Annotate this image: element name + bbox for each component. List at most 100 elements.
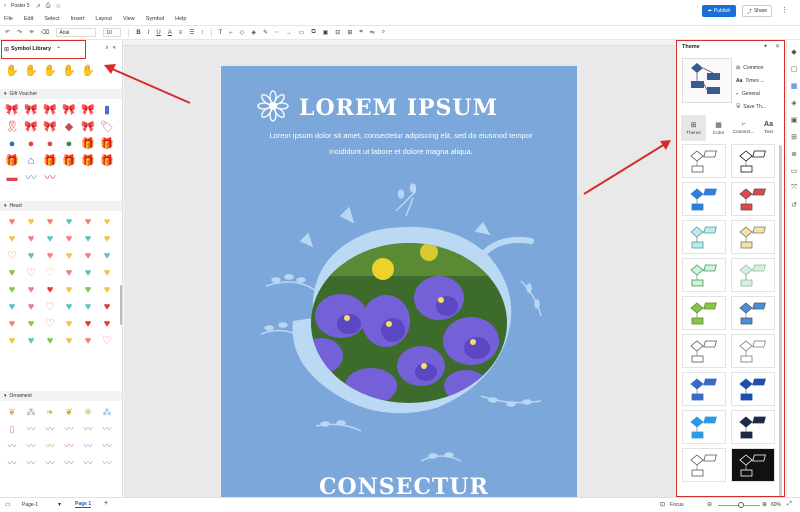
back-icon[interactable]: ‹ — [4, 3, 6, 9]
symbol-heart[interactable]: ♥ — [23, 283, 39, 298]
symbol-ornament[interactable]: 〰 — [42, 456, 58, 471]
symbol-ornament[interactable]: ⁂ — [99, 405, 115, 420]
theme-style-card[interactable] — [731, 220, 775, 254]
symbol-ornament[interactable]: 〰 — [23, 422, 39, 437]
symbol-heart[interactable]: ♥ — [4, 334, 20, 349]
poster-page[interactable]: LOREM IPSUM Lorem ipsum dolor sit amet, … — [221, 66, 577, 497]
library-scrollbar[interactable] — [120, 285, 122, 325]
focus-label[interactable]: Focus — [670, 502, 684, 508]
symbol-heart[interactable]: ♥ — [99, 300, 115, 315]
shadow-icon[interactable]: ▭ — [299, 29, 305, 36]
symbol-heart[interactable]: ♡ — [4, 249, 20, 264]
shape-icon[interactable]: ◇ — [240, 29, 245, 36]
group-icon[interactable]: ▣ — [323, 29, 329, 36]
symbol-heart[interactable]: ♥ — [42, 232, 58, 247]
tab-theme[interactable]: ⊞ Theme — [681, 115, 706, 141]
format-painter-icon[interactable]: ⌯ — [29, 29, 34, 36]
fill-icon[interactable]: ◈ — [251, 29, 256, 36]
image-icon[interactable]: ▣ — [789, 116, 799, 124]
pin-icon[interactable]: ✦ — [763, 43, 768, 50]
symbol-ornament[interactable]: 〰 — [99, 456, 115, 471]
symbol-ornament[interactable]: ❦ — [61, 405, 77, 420]
theme-style-card[interactable] — [731, 182, 775, 216]
menu-select[interactable]: Select — [44, 16, 59, 22]
page-select[interactable]: Page-1 — [22, 502, 38, 508]
publish-button[interactable]: ➦ Publish — [702, 5, 736, 17]
symbol-gift[interactable]: 🎁 — [80, 154, 96, 169]
italic-icon[interactable]: I — [148, 30, 150, 36]
symbol-heart[interactable]: ♥ — [80, 266, 96, 281]
bullet-list-icon[interactable]: ⁝ — [202, 29, 204, 36]
theme-style-card[interactable] — [682, 372, 726, 406]
theme-option-common[interactable]: ⊞ Common — [736, 61, 782, 74]
zoom-slider-handle[interactable] — [738, 502, 744, 508]
symbol-ornament[interactable]: 〰 — [80, 422, 96, 437]
symbol-heart[interactable]: ♥ — [42, 283, 58, 298]
symbol-heart[interactable]: ♥ — [23, 215, 39, 230]
poster-footer-text[interactable]: CONSECTUR — [319, 474, 489, 497]
symbol-heart[interactable]: ♥ — [99, 249, 115, 264]
theme-style-card[interactable] — [682, 220, 726, 254]
symbol-ornament[interactable]: 〰 — [23, 456, 39, 471]
zoom-in-icon[interactable]: ⊕ — [762, 501, 767, 508]
symbol-ornament[interactable]: ❦ — [4, 405, 20, 420]
symbol-heart[interactable]: ♥ — [61, 249, 77, 264]
theme-icon[interactable]: ▦ — [789, 82, 799, 90]
layers-icon[interactable]: ◈ — [789, 99, 799, 107]
symbol-badge[interactable]: ● — [23, 137, 39, 152]
symbol-heart[interactable]: ♥ — [23, 249, 39, 264]
more-options-icon[interactable]: ⋮ — [781, 6, 788, 14]
theme-option-general[interactable]: ⌐ General — [736, 87, 782, 100]
chevron-down-icon[interactable]: ▾ — [58, 501, 61, 508]
theme-option-times[interactable]: Aa Times ... — [736, 74, 782, 87]
menu-edit[interactable]: Edit — [24, 16, 33, 22]
arrange-icon[interactable]: ⧉ — [311, 29, 315, 36]
symbol-bow[interactable]: 🎀 — [4, 103, 20, 118]
symbol-gift[interactable]: 🎁 — [4, 154, 20, 169]
connector-icon[interactable]: ⌐ — [229, 30, 233, 36]
lock-icon[interactable]: ⊟ — [335, 29, 340, 36]
align-icon[interactable]: ≡ — [179, 30, 183, 36]
line-color-icon[interactable]: ✎ — [263, 29, 268, 36]
symbol-bow[interactable]: 🎀 — [42, 120, 58, 135]
symbol-heart[interactable]: ♡ — [42, 300, 58, 315]
theme-style-card[interactable] — [682, 296, 726, 330]
symbol-ribbon[interactable]: 🎀 — [61, 103, 77, 118]
theme-style-card[interactable] — [682, 334, 726, 368]
symbol-heart[interactable]: ♥ — [80, 232, 96, 247]
theme-style-card[interactable] — [731, 448, 775, 482]
symbol-heart[interactable]: ♥ — [80, 317, 96, 332]
underline-icon[interactable]: U — [156, 30, 160, 36]
symbol-house[interactable]: ⌂ — [23, 154, 39, 169]
symbol-hand[interactable]: ✋ — [42, 64, 58, 79]
clear-format-icon[interactable]: ⌫ — [41, 29, 49, 36]
theme-style-card[interactable] — [731, 334, 775, 368]
symbol-heart[interactable]: ♥ — [4, 266, 20, 281]
theme-style-card[interactable] — [682, 144, 726, 178]
symbol-ornament[interactable]: 〰 — [4, 439, 20, 454]
symbol-banner[interactable]: 〰 — [42, 171, 58, 186]
tab-color[interactable]: ▦ Color — [706, 115, 731, 141]
symbol-heart[interactable]: ♥ — [61, 283, 77, 298]
symbol-heart[interactable]: ♡ — [99, 334, 115, 349]
symbol-ornament[interactable]: 〰 — [23, 439, 39, 454]
symbol-ornament[interactable]: 〰 — [80, 439, 96, 454]
symbol-heart[interactable]: ♡ — [42, 317, 58, 332]
theme-style-card[interactable] — [731, 296, 775, 330]
menu-layout[interactable]: Layout — [95, 16, 112, 22]
symbol-ornament[interactable]: 〰 — [80, 456, 96, 471]
symbol-ornament[interactable]: 〰 — [61, 422, 77, 437]
symbol-tag[interactable]: 🏷 — [99, 120, 115, 135]
crop-icon[interactable]: ⌗ — [359, 29, 362, 36]
symbol-heart[interactable]: ♥ — [80, 334, 96, 349]
share-button[interactable]: ⤴ Share — [742, 5, 772, 17]
menu-insert[interactable]: Insert — [71, 16, 85, 22]
symbol-heart[interactable]: ♥ — [99, 283, 115, 298]
zoom-out-icon[interactable]: ⊖ — [707, 501, 712, 508]
section-ornament[interactable]: ▾ Ornament — [0, 391, 122, 401]
zoom-search-icon[interactable]: ⌕ — [382, 29, 385, 36]
symbol-heart[interactable]: ♥ — [4, 215, 20, 230]
symbol-heart[interactable]: ♥ — [99, 266, 115, 281]
symbol-heart[interactable]: ♥ — [61, 266, 77, 281]
symbol-ornament[interactable]: 〰 — [99, 422, 115, 437]
